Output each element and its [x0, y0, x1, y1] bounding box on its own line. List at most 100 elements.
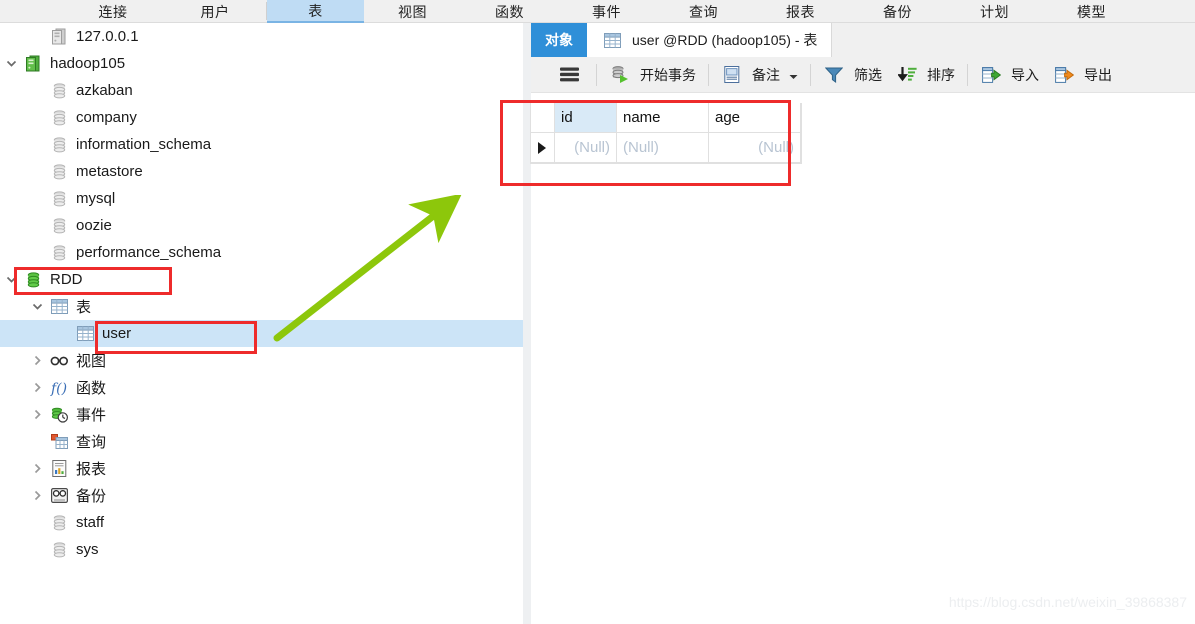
tree-node-user[interactable]: user: [0, 320, 523, 347]
tab-label: 对象: [545, 32, 573, 48]
database-gray-icon: [48, 509, 70, 536]
grid-row-marker[interactable]: [531, 133, 555, 163]
toolbar-button-导出[interactable]: 导出: [1046, 57, 1119, 93]
toolbar-button-排序[interactable]: 排序: [889, 57, 962, 93]
grid-cell-age[interactable]: (Null): [709, 133, 801, 163]
tab-1[interactable]: user @RDD (hadoop105) - 表: [587, 23, 833, 57]
tree-node-staff[interactable]: staff: [0, 509, 523, 536]
database-gray-icon: [48, 185, 70, 212]
chevron-down-icon[interactable]: [0, 266, 22, 293]
tree-node-[interactable]: 表: [0, 293, 523, 320]
tab-0[interactable]: 对象: [531, 23, 587, 57]
grid-column-header-age[interactable]: age: [709, 103, 801, 133]
chevron-right-icon[interactable]: [26, 374, 48, 401]
tree-node-[interactable]: 查询: [0, 428, 523, 455]
toolbar-separator: [708, 63, 709, 86]
tree-node-performance_schema[interactable]: performance_schema: [0, 239, 523, 266]
menu-item-7[interactable]: 报表: [752, 0, 849, 23]
tree-node-mysql[interactable]: mysql: [0, 185, 523, 212]
table-icon: [601, 27, 623, 54]
tree-node-[interactable]: 视图: [0, 347, 523, 374]
tree-node-RDD[interactable]: RDD: [0, 266, 523, 293]
database-gray-icon: [48, 536, 70, 563]
chevron-down-icon[interactable]: [789, 67, 798, 83]
database-gray-icon: [48, 239, 70, 266]
tree-node-label: metastore: [76, 163, 143, 180]
menu-item-0[interactable]: 连接: [62, 0, 164, 23]
toolbar-button-筛选[interactable]: 筛选: [816, 57, 889, 93]
tree-node-metastore[interactable]: metastore: [0, 158, 523, 185]
server-green-icon: [22, 50, 44, 77]
toolbar-button-备注[interactable]: 备注: [714, 57, 805, 93]
tree-node-[interactable]: 报表: [0, 455, 523, 482]
menu-item-2[interactable]: 表: [267, 0, 364, 23]
toolbar-button-开始事务[interactable]: 开始事务: [602, 57, 703, 93]
tree-node-label: 查询: [76, 434, 107, 451]
tree-node-label: azkaban: [76, 82, 133, 99]
tree-node-azkaban[interactable]: azkaban: [0, 77, 523, 104]
grid-column-header-id[interactable]: id: [555, 103, 617, 133]
report-icon: [48, 455, 70, 482]
object-tree-sidebar[interactable]: 127.0.0.1 hadoop105 azkaban company informat…: [0, 23, 523, 624]
chevron-right-icon[interactable]: [26, 482, 48, 509]
table-icon: [74, 320, 96, 347]
grid-cell-name[interactable]: (Null): [617, 133, 709, 163]
toolbar-button-hamburger-icon[interactable]: [551, 57, 591, 93]
query-icon: [48, 428, 70, 455]
function-icon: f(): [48, 374, 70, 401]
tab-strip: 对象 user @RDD (hadoop105) - 表: [531, 23, 1195, 57]
tab-label: user @RDD (hadoop105) - 表: [632, 32, 818, 48]
tree-node-[interactable]: 备份: [0, 482, 523, 509]
grid-gutter-header: [531, 103, 555, 133]
menu-item-3[interactable]: 视图: [364, 0, 461, 23]
chevron-right-icon[interactable]: [26, 401, 48, 428]
right-pane: 对象 user @RDD (hadoop105) - 表 开始事务 备注 筛选 排序 导入…: [530, 23, 1195, 624]
menu-item-8[interactable]: 备份: [849, 0, 946, 23]
tree-node-127001[interactable]: 127.0.0.1: [0, 23, 523, 50]
menu-item-1[interactable]: 用户: [164, 0, 266, 23]
tree-node-[interactable]: 事件: [0, 401, 523, 428]
tree-node-information_schema[interactable]: information_schema: [0, 131, 523, 158]
tree-node-label: information_schema: [76, 136, 212, 153]
current-row-arrow-icon: [538, 142, 546, 154]
tree-node-hadoop105[interactable]: hadoop105: [0, 50, 523, 77]
grid-cell-id[interactable]: (Null): [555, 133, 617, 163]
database-gray-icon: [48, 131, 70, 158]
tree-node-label: performance_schema: [76, 244, 222, 261]
menu-item-9[interactable]: 计划: [946, 0, 1043, 23]
database-gray-icon: [48, 104, 70, 131]
grid-column-header-name[interactable]: name: [617, 103, 709, 133]
menu-item-6[interactable]: 查询: [655, 0, 752, 23]
database-gray-icon: [48, 212, 70, 239]
toolbar-separator: [810, 63, 811, 86]
toolbar-button-label: 筛选: [854, 66, 882, 83]
server-gray-icon: [48, 23, 70, 50]
menu-item-5[interactable]: 事件: [558, 0, 655, 23]
tree-node-label: 报表: [76, 461, 107, 478]
hamburger-icon: [558, 61, 580, 88]
tree-node-company[interactable]: company: [0, 104, 523, 131]
tree-node-label: 事件: [76, 407, 107, 424]
tree-node-oozie[interactable]: oozie: [0, 212, 523, 239]
database-green-icon: [22, 266, 44, 293]
tree-node-[interactable]: f() 函数: [0, 374, 523, 401]
grid-row[interactable]: (Null) (Null) (Null): [531, 133, 801, 163]
tree-node-sys[interactable]: sys: [0, 536, 523, 563]
data-grid[interactable]: id name age (Null) (Null) (Null): [530, 103, 802, 164]
chevron-right-icon[interactable]: [26, 455, 48, 482]
sort-icon: [896, 61, 918, 88]
toolbar-button-label: 导入: [1011, 66, 1039, 83]
chevron-down-icon[interactable]: [26, 293, 48, 320]
menu-item-4[interactable]: 函数: [461, 0, 558, 23]
svg-text:f(): f(): [50, 381, 67, 396]
chevron-right-icon[interactable]: [26, 347, 48, 374]
menu-item-10[interactable]: 模型: [1043, 0, 1140, 23]
chevron-down-icon[interactable]: [0, 50, 22, 77]
toolbar-button-导入[interactable]: 导入: [973, 57, 1046, 93]
